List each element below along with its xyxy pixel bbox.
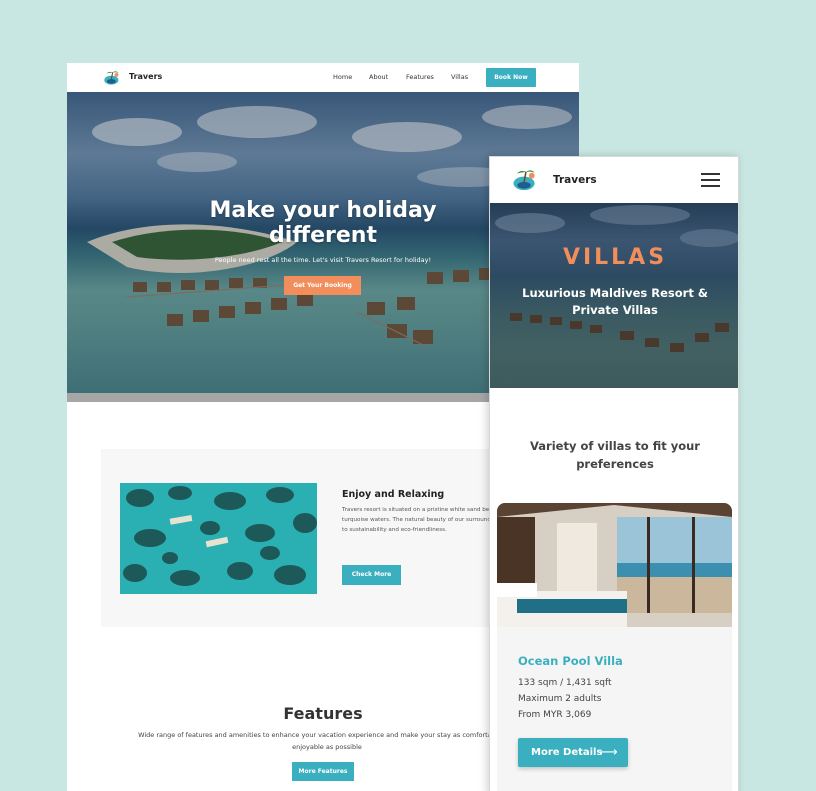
mobile-mockup: Travers VILLAS Luxurious Maldives Resort… xyxy=(489,156,739,791)
check-more-button[interactable]: Check More xyxy=(342,565,401,585)
logo-icon[interactable] xyxy=(103,69,121,86)
villa-name: Ocean Pool Villa xyxy=(518,654,623,668)
get-booking-button[interactable]: Get Your Booking xyxy=(284,276,361,295)
villa-size: 133 sqm / 1,431 sqft xyxy=(518,678,612,688)
features-description: Wide range of features and amenities to … xyxy=(138,731,516,751)
logo-icon[interactable] xyxy=(511,167,539,192)
villas-title: VILLAS xyxy=(562,245,668,270)
brand-name[interactable]: Travers xyxy=(553,174,597,186)
more-details-button[interactable]: More Details ⟶ xyxy=(518,738,628,767)
more-features-button[interactable]: More Features xyxy=(292,762,354,781)
villa-card[interactable]: Ocean Pool Villa 133 sqm / 1,431 sqft Ma… xyxy=(497,503,732,791)
villas-subtitle: Luxurious Maldives Resort & Private Vill… xyxy=(522,286,708,317)
villas-hero: VILLAS Luxurious Maldives Resort & Priva… xyxy=(490,203,738,388)
hamburger-menu-icon[interactable] xyxy=(701,173,720,187)
enjoy-image xyxy=(120,483,317,594)
arrow-right-icon: ⟶ xyxy=(599,745,618,760)
nav-link-home[interactable]: Home xyxy=(333,73,352,81)
villa-price: From MYR 3,069 xyxy=(518,710,592,720)
villas-section-title: Variety of villas to fit your preference… xyxy=(530,439,700,471)
desktop-navbar: Travers Home About Features Villas Book … xyxy=(67,63,579,92)
villa-bedroom-image xyxy=(497,503,732,627)
more-details-label: More Details xyxy=(531,747,603,758)
mobile-navbar: Travers xyxy=(490,157,738,203)
brand-name[interactable]: Travers xyxy=(129,72,162,81)
book-now-button[interactable]: Book Now xyxy=(486,68,536,87)
enjoy-title: Enjoy and Relaxing xyxy=(342,489,445,500)
nav-link-features[interactable]: Features xyxy=(406,73,434,81)
villa-image xyxy=(497,503,732,627)
nav-link-villas[interactable]: Villas xyxy=(451,73,468,81)
reef-aerial-image xyxy=(120,483,317,594)
villa-capacity: Maximum 2 adults xyxy=(518,694,602,704)
nav-link-about[interactable]: About xyxy=(369,73,388,81)
